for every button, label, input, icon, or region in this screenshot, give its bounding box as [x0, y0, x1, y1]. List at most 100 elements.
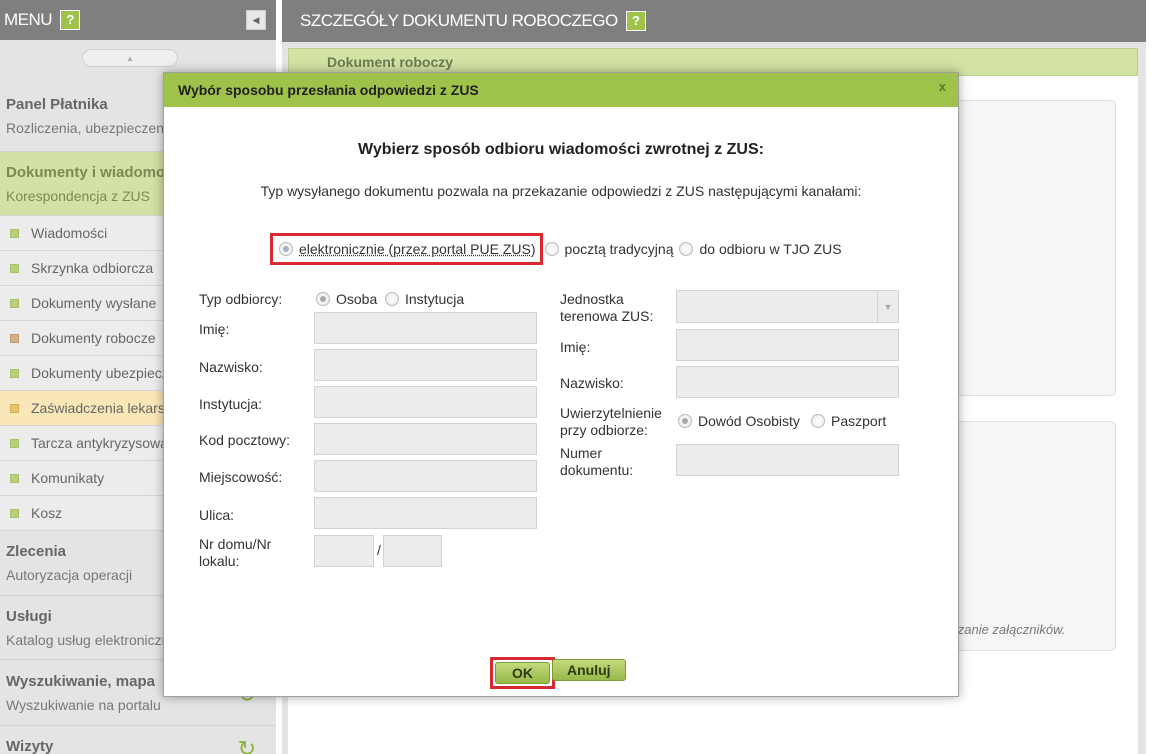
bullet-icon: [10, 333, 19, 343]
dialog-title: Wybór sposobu przesłania odpowiedzi z ZU…: [178, 82, 479, 98]
recipient-last-name-label: Nazwisko:: [560, 375, 624, 391]
recipient-type-label: Typ odbiorcy:: [199, 291, 283, 307]
recipient-first-name-field[interactable]: [676, 329, 899, 361]
sidebar-item-label: Kosz: [31, 505, 63, 521]
channel-options: elektronicznie (przez portal PUE ZUS) po…: [270, 233, 842, 265]
institution-field[interactable]: [314, 386, 537, 418]
last-name-label: Nazwisko:: [199, 359, 263, 375]
help-icon[interactable]: ?: [60, 10, 81, 30]
cancel-button[interactable]: Anuluj: [552, 659, 626, 681]
document-number-field[interactable]: [676, 444, 899, 476]
bullet-icon: [10, 403, 19, 413]
sidebar-item-label: Dokumenty wysłane: [31, 295, 157, 311]
sidebar-item-label: Zaświadczenia lekarskie: [31, 400, 183, 416]
chevron-down-icon: ▼: [877, 291, 898, 322]
channel-post-option[interactable]: pocztą tradycyjną: [544, 241, 674, 257]
city-field[interactable]: [314, 460, 537, 492]
auth-id-card-radio[interactable]: [678, 414, 692, 428]
sidebar-title: MENU: [4, 10, 53, 29]
recipient-first-name-label: Imię:: [560, 339, 591, 355]
auth-passport-option[interactable]: Paszport: [811, 413, 886, 429]
close-icon[interactable]: x: [939, 79, 946, 94]
authentication-label-line1: Uwierzytelnienie: [560, 405, 662, 421]
bullet-icon: [10, 438, 19, 448]
bullet-icon: [10, 298, 19, 308]
recipient-type-person-option[interactable]: Osoba: [316, 291, 377, 307]
dialog-header: Wybór sposobu przesłania odpowiedzi z ZU…: [164, 73, 958, 107]
last-name-field[interactable]: [314, 349, 537, 381]
sidebar-header: MENU ?: [0, 0, 276, 40]
background-panel: [940, 100, 1116, 396]
ok-button[interactable]: OK: [495, 662, 550, 684]
house-number-label: Nr domu/Nr lokalu:: [199, 536, 271, 570]
sidebar-item-label: Dokumenty robocze: [31, 330, 156, 346]
document-number-label-line2: dokumentu:: [560, 462, 634, 478]
bullet-icon: [10, 228, 19, 238]
background-panel: [940, 421, 1116, 651]
institution-label: Instytucja:: [199, 396, 263, 412]
help-icon[interactable]: ?: [625, 11, 646, 31]
first-name-field[interactable]: [314, 312, 537, 344]
house-number-label-line1: Nr domu/Nr: [199, 536, 272, 552]
authentication-label: Uwierzytelnienie przy odbiorze:: [560, 405, 662, 439]
authentication-label-line2: przy odbiorze:: [560, 422, 648, 438]
apartment-number-field[interactable]: [383, 535, 442, 567]
channel-post-radio[interactable]: [544, 242, 559, 256]
recipient-institution-label[interactable]: Instytucja: [405, 291, 464, 307]
bullet-icon: [10, 473, 19, 483]
zus-unit-select[interactable]: ▼: [676, 290, 899, 323]
sidebar-item-label: Wiadomości: [31, 225, 108, 241]
collapse-sidebar-button[interactable]: ◀: [246, 10, 266, 30]
postal-code-field[interactable]: [314, 423, 537, 455]
section-subtitle: Wyszukiwanie na portalu: [6, 697, 161, 713]
recipient-type-institution-option[interactable]: Instytucja: [385, 291, 464, 307]
triangle-up-icon: ▲: [126, 53, 134, 63]
auth-id-card-option[interactable]: Dowód Osobisty: [678, 413, 800, 429]
triangle-left-icon: ◀: [252, 14, 260, 25]
sidebar-item-label: Tarcza antykryzysowa: [31, 435, 168, 451]
zus-unit-label: Jednostka terenowa ZUS:: [560, 291, 653, 325]
auth-id-card-label[interactable]: Dowód Osobisty: [698, 413, 800, 429]
highlight-box: elektronicznie (przez portal PUE ZUS): [270, 233, 543, 265]
street-label: Ulica:: [199, 507, 235, 523]
reply-channel-dialog: Wybór sposobu przesłania odpowiedzi z ZU…: [163, 72, 959, 697]
recipient-person-radio[interactable]: [316, 292, 330, 306]
page-title: SZCZEGÓŁY DOKUMENTU ROBOCZEGO: [300, 11, 618, 30]
menu-scroll-up-button[interactable]: ▲: [82, 49, 178, 67]
channel-electronic-label[interactable]: elektronicznie (przez portal PUE ZUS): [299, 241, 536, 257]
house-number-label-line2: lokalu:: [199, 553, 240, 569]
first-name-label: Imię:: [199, 321, 230, 337]
bullet-icon: [10, 263, 19, 273]
house-number-field[interactable]: [314, 535, 374, 567]
channel-post-label[interactable]: pocztą tradycyjną: [565, 241, 674, 257]
auth-passport-label[interactable]: Paszport: [831, 413, 886, 429]
channel-tjo-radio[interactable]: [679, 242, 694, 256]
sidebar-item-label: Skrzynka odbiorcza: [31, 260, 154, 276]
zus-unit-label-line2: terenowa ZUS:: [560, 308, 654, 324]
document-number-label-line1: Numer: [560, 445, 603, 461]
street-field[interactable]: [314, 497, 537, 529]
dialog-description: Typ wysyłanego dokumentu pozwala na prze…: [260, 183, 862, 199]
zus-unit-label-line1: Jednostka: [560, 291, 624, 307]
channel-electronic-radio[interactable]: [279, 242, 293, 256]
background-note: ączanie załączników.: [944, 622, 1066, 637]
postal-code-label: Kod pocztowy:: [199, 432, 291, 448]
channel-tjo-option[interactable]: do odbioru w TJO ZUS: [679, 241, 842, 257]
auth-passport-radio[interactable]: [811, 414, 825, 428]
channel-tjo-label[interactable]: do odbioru w TJO ZUS: [699, 241, 841, 257]
calendar-icon: ↻: [237, 736, 256, 754]
recipient-institution-radio[interactable]: [385, 292, 399, 306]
bullet-icon: [10, 508, 19, 518]
bullet-icon: [10, 368, 19, 378]
city-label: Miejscowość:: [199, 469, 283, 485]
sidebar-section-wizyty[interactable]: Wizyty ↻: [0, 726, 276, 754]
sidebar-item-label: Komunikaty: [31, 470, 105, 486]
main-header: SZCZEGÓŁY DOKUMENTU ROBOCZEGO ?: [282, 0, 1146, 42]
recipient-person-label[interactable]: Osoba: [336, 291, 377, 307]
recipient-last-name-field[interactable]: [676, 366, 899, 398]
highlight-box: OK: [490, 657, 555, 689]
house-number-separator: /: [377, 542, 381, 558]
dialog-heading: Wybierz sposób odbioru wiadomości zwrotn…: [358, 141, 764, 158]
document-number-label: Numer dokumentu:: [560, 445, 633, 479]
section-title: Wizyty: [6, 738, 54, 754]
